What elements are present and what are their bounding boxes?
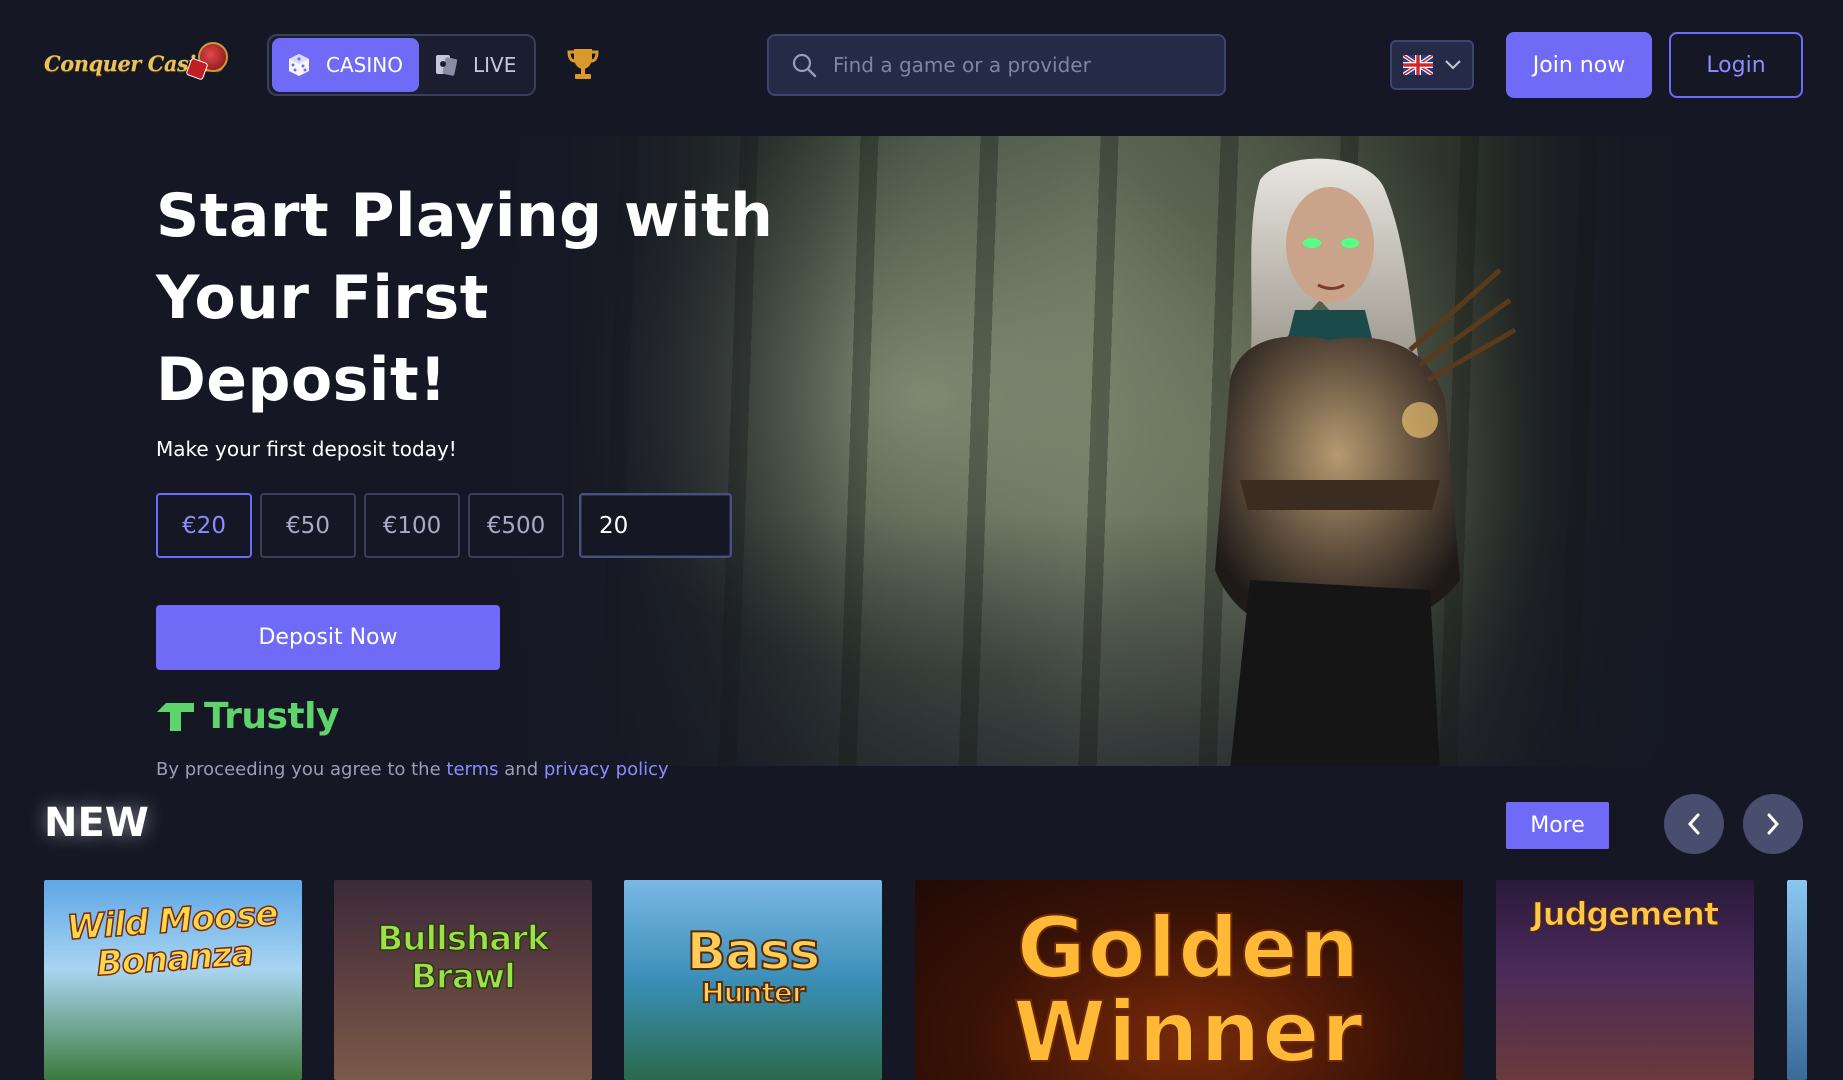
search-icon	[792, 53, 817, 78]
logo-dice-icon	[198, 42, 228, 72]
privacy-policy-link[interactable]: privacy policy	[544, 759, 669, 780]
deposit-now-button[interactable]: Deposit Now	[156, 605, 500, 670]
trustly-wordmark: Trustly	[204, 696, 339, 737]
game-title: Bullshark Brawl	[377, 919, 551, 997]
more-button[interactable]: More	[1506, 802, 1609, 849]
casino-logo[interactable]: Conquer Casino	[44, 40, 230, 86]
tab-live[interactable]: LIVE	[419, 38, 531, 92]
tab-casino[interactable]: CASINO	[272, 38, 419, 92]
trustly-icon	[156, 702, 194, 731]
section-title-new: NEW	[44, 800, 149, 846]
hero-title: Start Playing with Your First Deposit!	[156, 181, 774, 415]
game-title: Wild Moose Bonanza	[64, 893, 279, 985]
uk-flag-icon	[1403, 55, 1433, 75]
dice-icon	[289, 54, 309, 76]
deposit-amount-options: €20 €50 €100 €500	[156, 493, 776, 558]
language-selector[interactable]	[1390, 40, 1474, 90]
elf-warrior-illustration	[1215, 158, 1517, 766]
game-title: Golden Winner	[1012, 899, 1365, 1080]
hero-content: Start Playing with Your First Deposit! M…	[156, 175, 776, 780]
tab-casino-label: CASINO	[326, 53, 403, 77]
game-tile[interactable]: Golden Winner	[915, 880, 1463, 1080]
login-button[interactable]: Login	[1669, 32, 1803, 98]
join-now-button[interactable]: Join now	[1506, 32, 1652, 98]
mode-switch: CASINO LIVE	[267, 34, 536, 96]
game-tile[interactable]: Judgement	[1496, 880, 1754, 1080]
carousel-next-button[interactable]	[1743, 794, 1803, 854]
game-tile[interactable]: Bass Hunter	[624, 880, 882, 1080]
amount-option-100[interactable]: €100	[364, 493, 460, 558]
amount-option-50[interactable]: €50	[260, 493, 356, 558]
trustly-logo: Trustly	[156, 696, 776, 737]
legal-notice: By proceeding you agree to the terms and…	[156, 759, 669, 780]
game-tile[interactable]: Bullshark Brawl	[334, 880, 592, 1080]
search-input[interactable]	[833, 53, 1193, 77]
terms-link[interactable]: terms	[446, 759, 498, 780]
amount-option-500[interactable]: €500	[468, 493, 564, 558]
tab-live-label: LIVE	[473, 53, 517, 77]
game-tile[interactable]: Wild Moose Bonanza	[44, 880, 302, 1080]
search-bar[interactable]	[767, 34, 1226, 96]
chevron-right-icon	[1767, 813, 1780, 835]
trophy-icon[interactable]	[566, 46, 600, 82]
chevron-left-icon	[1687, 813, 1700, 835]
game-title: Judgement	[1531, 895, 1719, 933]
custom-amount-input[interactable]	[579, 493, 732, 558]
hero-subtitle: Make your first deposit today!	[156, 437, 457, 461]
chevron-down-icon	[1445, 60, 1461, 70]
carousel-prev-button[interactable]	[1664, 794, 1724, 854]
cards-icon	[436, 55, 458, 76]
amount-option-20[interactable]: €20	[156, 493, 252, 558]
game-tile-partial[interactable]	[1787, 880, 1807, 1080]
game-title: Bass Hunter	[686, 922, 822, 1009]
